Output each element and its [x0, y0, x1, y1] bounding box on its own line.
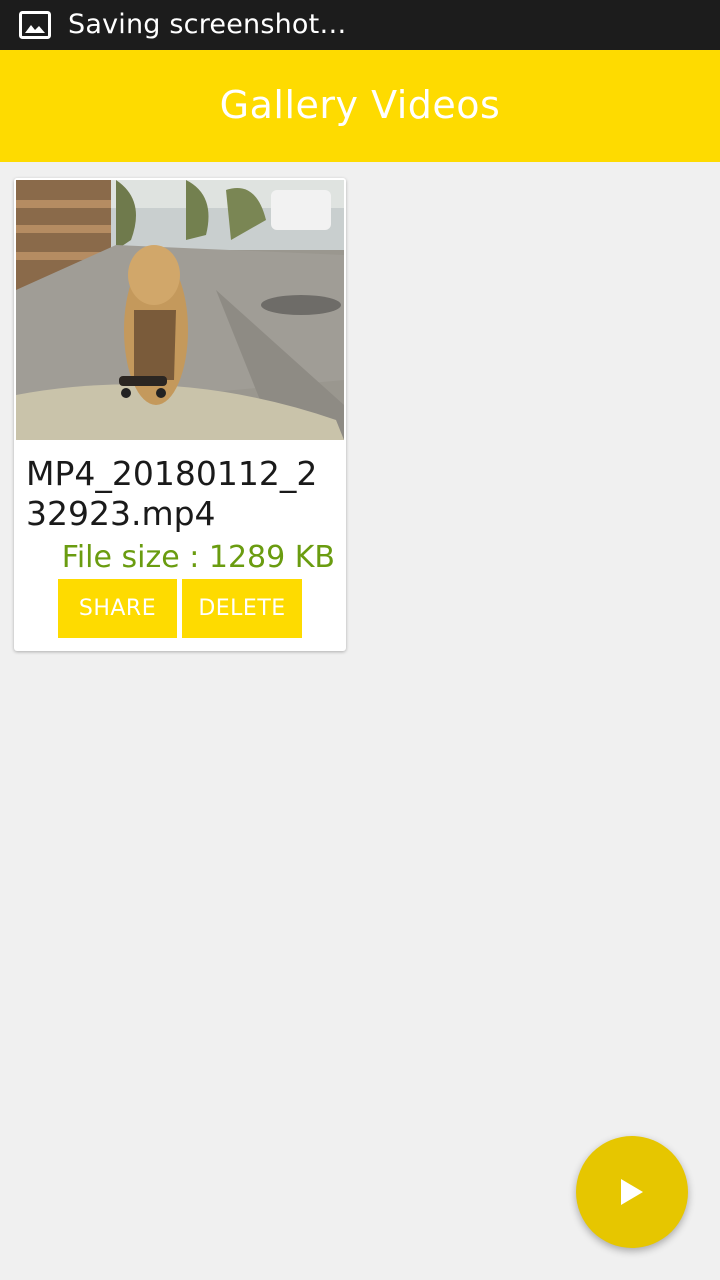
- status-bar: Saving screenshot…: [0, 0, 720, 50]
- video-card[interactable]: MP4_20180112_232923.mp4 File size : 1289…: [14, 178, 346, 651]
- share-button[interactable]: SHARE: [58, 579, 177, 638]
- delete-button[interactable]: DELETE: [182, 579, 302, 638]
- app-bar: Gallery Videos: [0, 50, 720, 162]
- image-icon: [19, 11, 51, 39]
- play-icon: [621, 1179, 643, 1205]
- video-thumbnail[interactable]: [16, 180, 344, 440]
- page-title: Gallery Videos: [219, 83, 501, 127]
- status-notification-text: Saving screenshot…: [68, 9, 347, 40]
- video-file-name: MP4_20180112_232923.mp4: [26, 454, 318, 533]
- play-fab-button[interactable]: [576, 1136, 688, 1248]
- video-file-size: File size : 1289 KB: [61, 540, 335, 575]
